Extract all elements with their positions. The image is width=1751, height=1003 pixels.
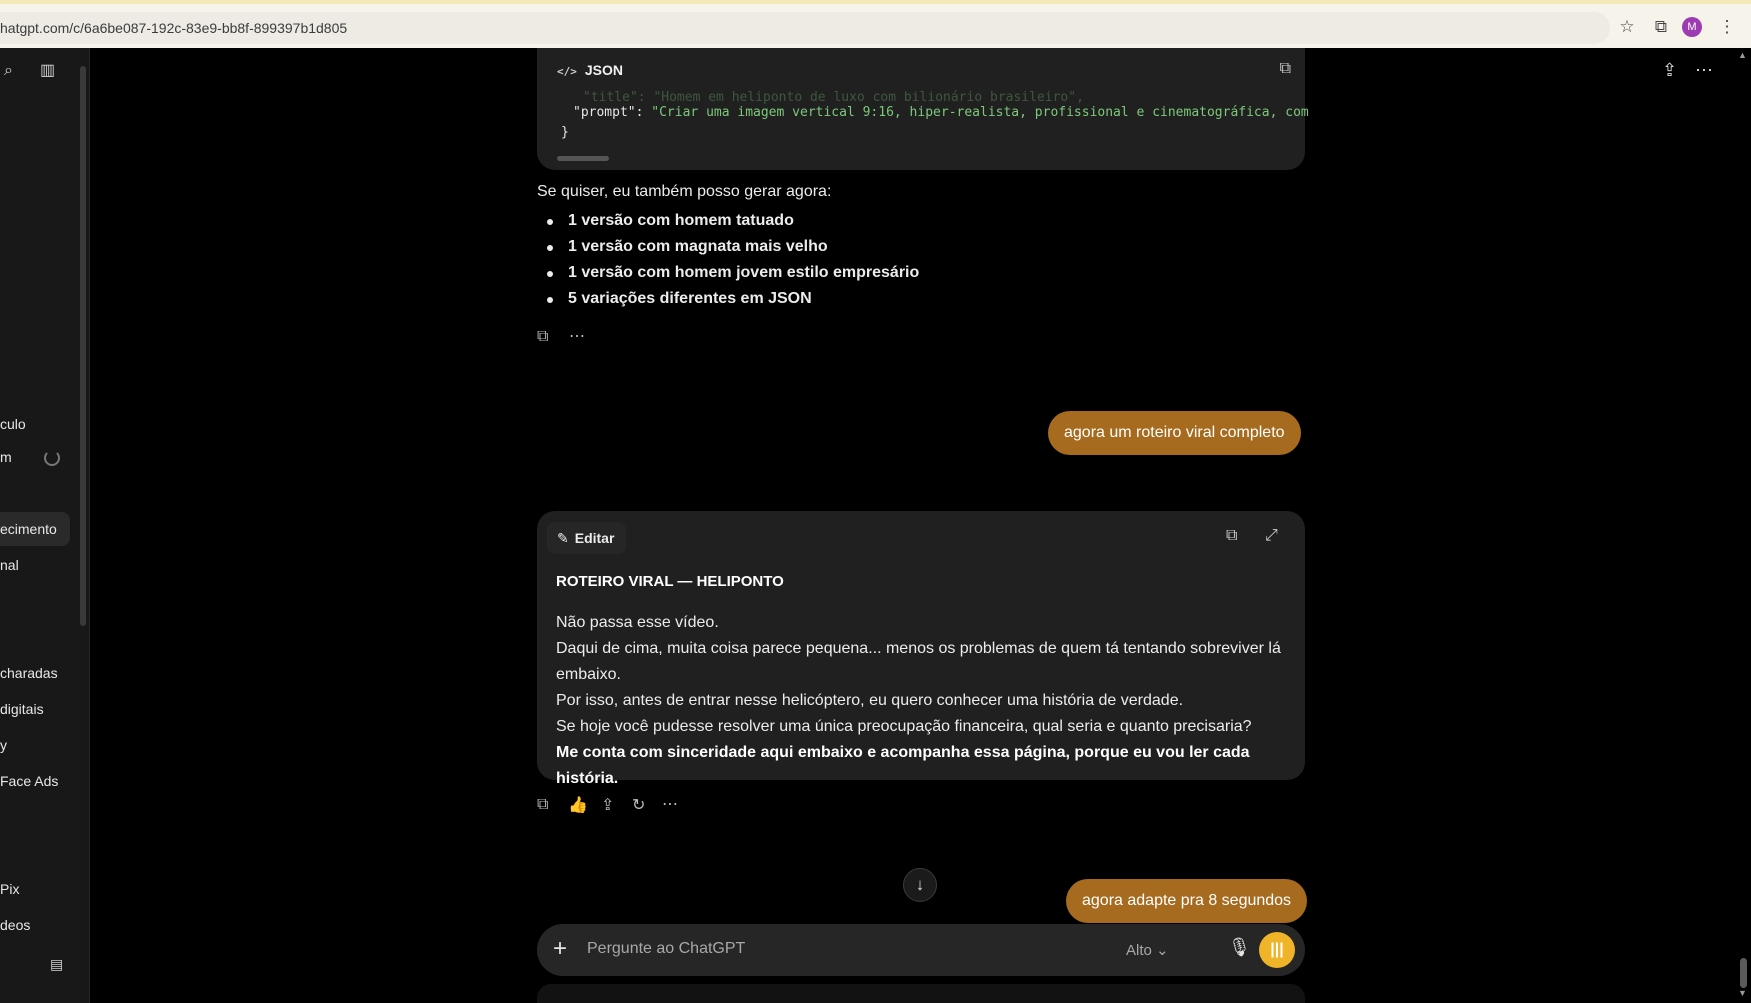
copy-code-icon[interactable]: ⧉ (1280, 60, 1291, 78)
copy-icon[interactable]: ⧉ (537, 328, 548, 346)
prompt-input[interactable]: Pergunte ao ChatGPT (587, 940, 745, 958)
sidebar-item[interactable]: m (0, 449, 12, 465)
list-item: 5 variações diferentes em JSON (547, 290, 812, 307)
expand-icon[interactable]: ⤢ (1265, 527, 1278, 545)
code-icon: </> (557, 65, 577, 78)
regenerate-icon[interactable]: ↻ (632, 795, 645, 815)
code-horizontal-scrollbar[interactable] (557, 156, 609, 161)
library-icon[interactable]: ▤ (50, 956, 63, 973)
canvas-line: Não passa esse vídeo. (556, 614, 719, 631)
list-item: 1 versão com magnata mais velho (547, 238, 828, 255)
search-icon[interactable]: ⌕ (4, 62, 13, 80)
share-icon[interactable]: ⇪ (1662, 60, 1677, 81)
address-bar[interactable]: hatgpt.com/c/6a6be087-192c-83e9-bb8f-899… (0, 12, 1610, 44)
sidebar-toggle-icon[interactable]: ▥ (40, 60, 55, 80)
list-item: 1 versão com homem jovem estilo empresár… (546, 264, 920, 281)
canvas-card: ✎ Editar ⧉ ⤢ ROTEIRO VIRAL — HELIPONTO Nã… (537, 511, 1305, 787)
feedback-icon[interactable]: 👍 (568, 795, 588, 815)
model-selector[interactable]: Alto ⌄ (1126, 941, 1169, 959)
scroll-down-arrow-icon[interactable]: ▼ (1738, 988, 1747, 998)
edit-button[interactable]: ✎ Editar (547, 522, 627, 554)
code-line: "title": "Homem em heliponto de luxo com… (583, 90, 1084, 105)
user-message: agora um roteiro viral completo (1048, 411, 1301, 455)
canvas-line: Por isso, antes de entrar nesse helicópt… (556, 692, 1184, 709)
pencil-icon: ✎ (557, 530, 569, 546)
sidebar: ⌕ ▥ culo m ecimento nal charadas digitai… (0, 48, 90, 1003)
canvas-line: Daqui de cima, muita coisa parece pequen… (556, 640, 1281, 683)
sidebar-item[interactable]: nal (0, 557, 19, 573)
avatar[interactable]: M (1682, 17, 1702, 37)
page-scrollbar-thumb[interactable] (1740, 958, 1747, 988)
url-text: hatgpt.com/c/6a6be087-192c-83e9-bb8f-899… (0, 20, 348, 36)
sidebar-item[interactable]: Face Ads (0, 773, 58, 789)
scroll-down-button[interactable]: ↓ (903, 868, 937, 902)
share-icon[interactable]: ⇪ (601, 795, 614, 815)
kebab-menu-icon[interactable]: ⋮ (1716, 16, 1738, 38)
code-language-label: </> JSON (557, 62, 623, 78)
list-item: 1 versão com homem tatuado (547, 212, 794, 229)
canvas-title: ROTEIRO VIRAL — HELIPONTO (556, 573, 784, 590)
chat-main: ⇪ ⋯ </> JSON ⧉ "title": "Homem em helipon… (91, 48, 1751, 1003)
sidebar-item[interactable]: deos (0, 917, 30, 933)
page-scrollbar[interactable]: ▲ ▼ (1736, 48, 1751, 1003)
json-code-block: </> JSON ⧉ "title": "Homem em heliponto d… (537, 48, 1309, 170)
canvas-line: Se hoje você pudesse resolver uma única … (556, 718, 1252, 735)
sidebar-item-active[interactable]: ecimento (0, 512, 70, 546)
loading-spinner-icon (44, 450, 60, 466)
copy-icon[interactable]: ⧉ (1226, 527, 1237, 545)
microphone-icon[interactable]: 🎙 (1228, 937, 1251, 958)
browser-toolbar: hatgpt.com/c/6a6be087-192c-83e9-bb8f-899… (0, 0, 1751, 48)
sidebar-item[interactable]: culo (0, 416, 26, 432)
extensions-icon[interactable]: ⧉ (1650, 16, 1672, 38)
sidebar-item[interactable]: digitais (0, 701, 44, 717)
sidebar-item[interactable]: Pix (0, 881, 19, 897)
assistant-paragraph: Se quiser, eu também posso gerar agora: (537, 183, 832, 200)
copy-icon[interactable]: ⧉ (537, 796, 548, 814)
chevron-down-icon: ⌄ (1156, 942, 1169, 959)
canvas-line: Me conta com sinceridade aqui embaixo e … (556, 744, 1250, 787)
scroll-up-arrow-icon[interactable]: ▲ (1738, 50, 1747, 60)
more-actions-icon[interactable]: ⋯ (662, 794, 678, 814)
voice-mode-button[interactable]: ||| (1259, 932, 1295, 968)
add-attachment-icon[interactable]: + (553, 936, 567, 962)
composer-footer-area (537, 984, 1305, 1003)
star-icon[interactable]: ☆ (1616, 16, 1638, 38)
more-actions-icon[interactable]: ⋯ (569, 326, 585, 346)
composer: + Pergunte ao ChatGPT Alto ⌄ 🎙 ||| (537, 924, 1305, 976)
sidebar-scrollbar[interactable] (78, 66, 88, 626)
sidebar-item[interactable]: y (0, 737, 7, 753)
code-line: "prompt": "Criar uma imagem vertical 9:1… (573, 105, 1309, 120)
more-options-icon[interactable]: ⋯ (1695, 60, 1713, 81)
user-message: agora adapte pra 8 segundos (1066, 879, 1308, 923)
sidebar-item[interactable]: charadas (0, 665, 58, 681)
code-line: } (561, 125, 569, 140)
